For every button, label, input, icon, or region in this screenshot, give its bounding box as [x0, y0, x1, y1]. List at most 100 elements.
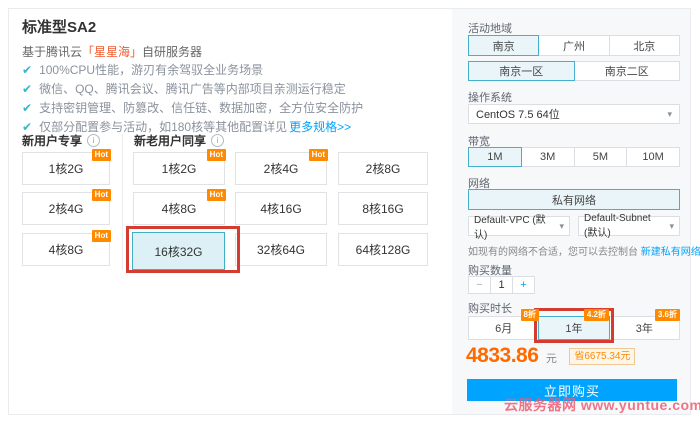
quantity-stepper: − 1 + [468, 276, 535, 294]
os-label: 操作系统 [468, 89, 512, 105]
spec-label: 16核32G [154, 243, 202, 260]
region-option-guangzhou[interactable]: 广州 [538, 35, 609, 56]
spec-option-new-4c8g[interactable]: 4核8G Hot [22, 233, 110, 266]
region-option-label: 北京 [633, 38, 655, 54]
zone-option-1[interactable]: 南京一区 [468, 61, 575, 81]
discount-badge-3years: 3.6折 [655, 309, 680, 321]
spec-option-all-1c2g[interactable]: 1核2G Hot [133, 152, 225, 185]
spec-label: 1核2G [49, 160, 84, 177]
region-option-nanjing[interactable]: 南京 [468, 35, 539, 56]
chevron-down-icon: ▾ [667, 109, 672, 120]
spec-option-all-4c16g[interactable]: 4核16G [235, 192, 327, 225]
spec-option-all-2c8g[interactable]: 2核8G [338, 152, 428, 185]
discount-badge-6months: 8折 [521, 309, 539, 321]
feature-text: 微信、QQ、腾讯会议、腾讯广告等内部项目亲测运行稳定 [39, 80, 346, 97]
spec-option-all-2c4g[interactable]: 2核4G Hot [235, 152, 327, 185]
quantity-plus-button[interactable]: + [512, 276, 535, 294]
bandwidth-option-1m[interactable]: 1M [468, 147, 522, 167]
page: 标准型SA2 基于腾讯云「星星海」自研服务器 ✔ 100%CPU性能，游刃有余驾… [0, 0, 700, 425]
group-title: 新用户专享 [22, 132, 82, 149]
network-type-row: 私有网络 [468, 189, 680, 210]
zone-option-label: 南京二区 [605, 63, 649, 79]
vpc-value: Default-VPC (默认) [474, 211, 555, 241]
feature-list: ✔ 100%CPU性能，游刃有余驾驭全业务场景 ✔ 微信、QQ、腾讯会议、腾讯广… [22, 60, 363, 136]
quantity-minus-button[interactable]: − [468, 276, 491, 294]
hot-badge: Hot [207, 149, 226, 161]
zone-option-label: 南京一区 [499, 63, 543, 79]
duration-option-label: 6月 [495, 320, 512, 336]
group-divider [122, 134, 123, 270]
bandwidth-option-label: 1M [487, 151, 502, 163]
savings-badge: 省6675.34元 [569, 348, 635, 365]
region-option-label: 南京 [493, 38, 515, 54]
spec-option-all-4c8g[interactable]: 4核8G Hot [133, 192, 225, 225]
spec-label: 32核64G [257, 241, 305, 258]
discount-badge-1year: 4.2折 [584, 309, 609, 321]
page-title: 标准型SA2 [22, 16, 96, 37]
network-help-text: 如现有的网络不合适，您可以去控制台 新建私有网络 或 新建子网 [468, 243, 700, 258]
spec-option-all-32c64g[interactable]: 32核64G [235, 233, 327, 266]
subtitle-highlight: 「星星海」 [82, 45, 142, 59]
subtitle-suffix: 自研服务器 [142, 45, 202, 59]
feature-item: ✔ 100%CPU性能，游刃有余驾驭全业务场景 [22, 60, 363, 79]
os-select[interactable]: CentOS 7.5 64位 ▾ [468, 104, 680, 124]
buy-now-button[interactable]: 立即购买 [467, 379, 677, 401]
bandwidth-option-label: 3M [540, 151, 555, 163]
chevron-down-icon: ▾ [559, 221, 564, 232]
hot-badge: Hot [92, 230, 111, 242]
spec-label: 1核2G [162, 160, 197, 177]
subnet-select[interactable]: Default-Subnet (默认) ▾ [578, 216, 680, 236]
spec-label: 64核128G [356, 241, 411, 258]
group-header-new-users: 新用户专享 i [22, 132, 100, 149]
spec-label: 2核4G [49, 200, 84, 217]
hot-badge: Hot [92, 149, 111, 161]
duration-option-label: 3年 [636, 320, 653, 336]
spec-option-new-2c4g[interactable]: 2核4G Hot [22, 192, 110, 225]
feature-item: ✔ 支持密钥管理、防篡改、信任链、数据加密，全方位安全防护 [22, 98, 363, 117]
region-selector: 南京 广州 北京 [468, 35, 680, 56]
group-title: 新老用户同享 [134, 132, 206, 149]
bandwidth-option-3m[interactable]: 3M [521, 147, 575, 167]
bandwidth-option-label: 5M [593, 151, 608, 163]
product-subtitle: 基于腾讯云「星星海」自研服务器 [22, 43, 202, 60]
price-unit: 元 [546, 353, 557, 365]
vpc-select[interactable]: Default-VPC (默认) ▾ [468, 216, 570, 236]
spec-option-new-1c2g[interactable]: 1核2G Hot [22, 152, 110, 185]
group-header-all-users: 新老用户同享 i [134, 132, 224, 149]
help-prefix: 如现有的网络不合适，您可以去控制台 [468, 247, 641, 258]
spec-option-all-16c32g-selected[interactable]: 16核32G [132, 232, 225, 270]
region-option-beijing[interactable]: 北京 [609, 35, 680, 56]
hot-badge: Hot [207, 189, 226, 201]
spec-label: 4核8G [162, 200, 197, 217]
chevron-down-icon: ▾ [669, 221, 674, 232]
zone-option-2[interactable]: 南京二区 [574, 61, 681, 81]
spec-option-all-64c128g[interactable]: 64核128G [338, 233, 428, 266]
check-icon: ✔ [22, 101, 32, 115]
bandwidth-option-10m[interactable]: 10M [626, 147, 680, 167]
spec-label: 4核8G [49, 241, 84, 258]
duration-label: 购买时长 [468, 300, 512, 316]
info-icon[interactable]: i [211, 134, 224, 147]
bandwidth-option-5m[interactable]: 5M [574, 147, 628, 167]
feature-text: 支持密钥管理、防篡改、信任链、数据加密，全方位安全防护 [39, 99, 363, 116]
subtitle-prefix: 基于腾讯云 [22, 45, 82, 59]
network-type-label: 私有网络 [552, 192, 596, 208]
create-vpc-link[interactable]: 新建私有网络 [641, 247, 700, 258]
os-value: CentOS 7.5 64位 [476, 106, 560, 122]
hot-badge: Hot [92, 189, 111, 201]
duration-selector: 6月 1年 3年 8折 4.2折 3.6折 [468, 316, 680, 340]
info-icon[interactable]: i [87, 134, 100, 147]
price-row: 4833.86 元 省6675.34元 [466, 344, 635, 368]
spec-label: 8核16G [362, 200, 403, 217]
region-option-label: 广州 [563, 38, 585, 54]
spec-option-all-8c16g[interactable]: 8核16G [338, 192, 428, 225]
hot-badge: Hot [309, 149, 328, 161]
quantity-value[interactable]: 1 [490, 276, 513, 294]
spec-label: 2核8G [366, 160, 401, 177]
region-label: 活动地域 [468, 20, 512, 36]
price-amount: 4833.86 [466, 344, 538, 367]
more-specs-link[interactable]: 更多规格>> [289, 118, 351, 135]
bandwidth-selector: 1M 3M 5M 10M [468, 147, 680, 167]
network-type-vpc-button[interactable]: 私有网络 [468, 189, 680, 210]
duration-option-label: 1年 [565, 320, 582, 336]
